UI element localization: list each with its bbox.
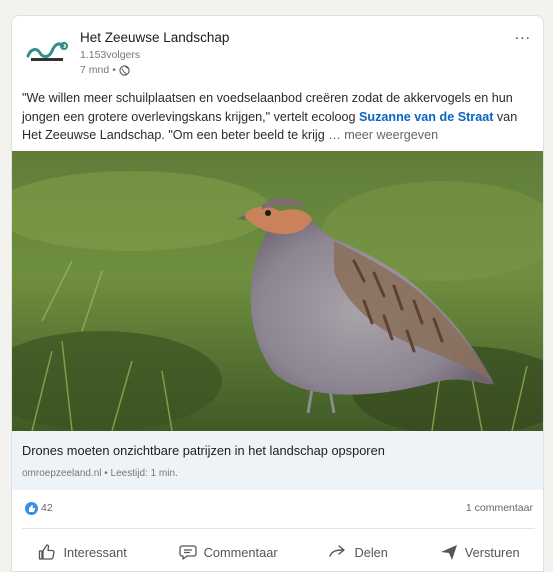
comment-count[interactable]: 1 commentaar xyxy=(466,502,533,514)
link-preview[interactable]: Drones moeten onzichtbare patrijzen in h… xyxy=(12,431,543,490)
share-button[interactable]: Delen xyxy=(322,538,393,566)
social-counts: 42 1 commentaar xyxy=(12,490,543,530)
partridge-photo xyxy=(12,151,543,431)
post-meta: 7 mnd • xyxy=(80,64,130,76)
comment-button[interactable]: Commentaar xyxy=(172,538,284,566)
send-icon xyxy=(440,545,457,560)
see-more-button[interactable]: … meer weergeven xyxy=(328,128,438,142)
divider xyxy=(22,528,535,529)
like-count[interactable]: 42 xyxy=(41,502,53,514)
like-button[interactable]: Interessant xyxy=(31,538,132,566)
author-name[interactable]: Het Zeeuwse Landschap xyxy=(80,30,229,45)
post-image[interactable] xyxy=(12,151,543,431)
globe-icon xyxy=(119,64,130,76)
meta-separator: • xyxy=(112,64,116,76)
comment-icon xyxy=(178,545,197,560)
more-options-button[interactable]: ... xyxy=(515,26,531,44)
post-body: "We willen meer schuilplaatsen en voedse… xyxy=(22,89,535,145)
send-label: Versturen xyxy=(464,544,520,560)
thumbs-up-icon xyxy=(39,544,56,560)
action-bar: Interessant Commentaar Delen Versturen xyxy=(12,532,543,571)
send-button[interactable]: Versturen xyxy=(433,538,526,566)
comment-label: Commentaar xyxy=(203,544,278,560)
org-logo-icon[interactable] xyxy=(25,34,69,64)
link-source: omroepzeeland.nl • Leestijd: 1 min. xyxy=(22,468,178,479)
follower-count: 1.153volgers xyxy=(80,49,141,61)
share-arrow-icon xyxy=(329,545,346,557)
like-label: Interessant xyxy=(63,544,127,560)
like-badge-icon xyxy=(25,502,38,515)
link-title[interactable]: Drones moeten onzichtbare patrijzen in h… xyxy=(22,443,385,458)
mention-link[interactable]: Suzanne van de Straat xyxy=(359,110,493,124)
post-age: 7 mnd xyxy=(80,64,110,76)
share-label: Delen xyxy=(354,544,388,560)
post-header: Het Zeeuwse Landschap 1.153volgers 7 mnd… xyxy=(12,16,543,86)
feed-post-card: Het Zeeuwse Landschap 1.153volgers 7 mnd… xyxy=(11,15,544,572)
